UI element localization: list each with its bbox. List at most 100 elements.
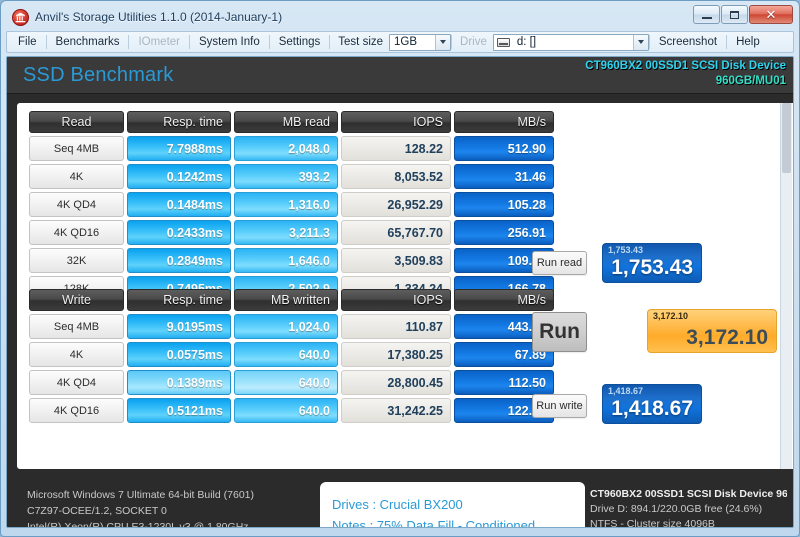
cell-iops: 128.22 xyxy=(341,136,451,161)
triangle-down xyxy=(637,40,644,44)
system-os: Microsoft Windows 7 Ultimate 64-bit Buil… xyxy=(27,489,255,501)
table-row: 4K 0.0575ms 640.0 17,380.25 67.89 xyxy=(29,342,554,367)
chevron-down-icon[interactable] xyxy=(632,34,648,50)
row-label: 4K QD4 xyxy=(29,370,124,395)
minimize-icon xyxy=(701,16,712,19)
close-button[interactable]: ✕ xyxy=(749,5,793,24)
menu-item-help[interactable]: Help xyxy=(727,32,769,52)
window-title: Anvil's Storage Utilities 1.1.0 (2014-Ja… xyxy=(35,10,283,24)
column-header-mbs: MB/s xyxy=(454,111,554,133)
cell-mb-read: 3,211.3 xyxy=(234,220,338,245)
cell-mbs: 256.91 xyxy=(454,220,554,245)
cell-mb-written: 640.0 xyxy=(234,398,338,423)
write-score-box: 1,418.67 1,418.67 xyxy=(602,384,702,424)
benchmark-header: SSD Benchmark CT960BX2 00SSD1 SCSI Disk … xyxy=(7,57,793,94)
cell-mbs: 105.28 xyxy=(454,192,554,217)
vertical-scrollbar[interactable] xyxy=(780,103,792,469)
notes-panel[interactable]: Drives : Crucial BX200 Notes : 75% Data … xyxy=(320,482,585,528)
drive-select[interactable]: d: [] xyxy=(492,33,649,51)
table-row: 32K 0.2849ms 1,646.0 3,509.83 109.68 xyxy=(29,248,554,273)
minimize-button[interactable] xyxy=(693,5,720,24)
cell-resp-time: 0.2433ms xyxy=(127,220,231,245)
column-header-iops: IOPS xyxy=(341,289,451,311)
menu-item-screenshot[interactable]: Screenshot xyxy=(650,32,726,52)
cell-resp-time: 0.5121ms xyxy=(127,398,231,423)
table-row: 4K QD16 0.5121ms 640.0 31,242.25 122.04 xyxy=(29,398,554,423)
cell-resp-time: 0.1389ms xyxy=(127,370,231,395)
cell-mbs: 112.50 xyxy=(454,370,554,395)
table-header-row: Read Resp. time MB read IOPS MB/s xyxy=(29,111,554,133)
cell-iops: 26,952.29 xyxy=(341,192,451,217)
cell-iops: 8,053.52 xyxy=(341,164,451,189)
cell-iops: 28,800.45 xyxy=(341,370,451,395)
drive-label: Drive xyxy=(460,36,487,48)
drive-value: d: [] xyxy=(516,36,537,48)
anvil-icon xyxy=(12,8,29,26)
menu-item-settings[interactable]: Settings xyxy=(270,32,330,52)
drive-icon xyxy=(496,37,510,47)
run-write-button[interactable]: Run write xyxy=(532,394,587,418)
device-name: CT960BX2 00SSD1 SCSI Disk Device xyxy=(585,60,786,72)
cell-iops: 17,380.25 xyxy=(341,342,451,367)
drive-info-panel: CT960BX2 00SSD1 SCSI Disk Device 960 Dri… xyxy=(590,487,787,528)
notes-notes-line: Notes : 75% Data Fill - Conditioned xyxy=(332,518,536,528)
chevron-down-icon[interactable] xyxy=(435,34,451,50)
read-score-value: 1,753.43 xyxy=(611,256,693,279)
run-read-button[interactable]: Run read xyxy=(532,251,587,275)
maximize-button[interactable] xyxy=(721,5,748,24)
menu-item-system-info[interactable]: System Info xyxy=(190,32,269,52)
test-size-label: Test size xyxy=(338,36,384,48)
cell-mbs: 31.46 xyxy=(454,164,554,189)
table-row: 4K QD4 0.1484ms 1,316.0 26,952.29 105.28 xyxy=(29,192,554,217)
cell-resp-time: 0.1484ms xyxy=(127,192,231,217)
notes-drives-line: Drives : Crucial BX200 xyxy=(332,497,463,512)
column-header-mbs: MB/s xyxy=(454,289,554,311)
menu-item-file[interactable]: File xyxy=(9,32,46,52)
row-label: 4K xyxy=(29,164,124,189)
cell-mb-written: 1,024.0 xyxy=(234,314,338,339)
menu-item-benchmarks[interactable]: Benchmarks xyxy=(47,32,129,52)
row-label: Seq 4MB xyxy=(29,314,124,339)
column-header-write: Write xyxy=(29,289,124,311)
cell-resp-time: 7.7988ms xyxy=(127,136,231,161)
maximize-icon xyxy=(730,10,739,19)
column-header-iops: IOPS xyxy=(341,111,451,133)
menu-item-iometer: IOmeter xyxy=(138,36,180,48)
drive-info-title: CT960BX2 00SSD1 SCSI Disk Device 960 xyxy=(590,488,787,500)
run-button[interactable]: Run xyxy=(532,312,587,352)
row-label: Seq 4MB xyxy=(29,136,124,161)
page-title: SSD Benchmark xyxy=(23,64,174,86)
drive-info-capacity: Drive D: 894.1/220.0GB free (24.6%) xyxy=(590,503,763,515)
table-row: Seq 4MB 7.7988ms 2,048.0 128.22 512.90 xyxy=(29,136,554,161)
footer-panel: Microsoft Windows 7 Ultimate 64-bit Buil… xyxy=(7,475,793,527)
triangle-down xyxy=(440,40,447,44)
cell-resp-time: 0.2849ms xyxy=(127,248,231,273)
table-row: Seq 4MB 9.0195ms 1,024.0 110.87 443.48 xyxy=(29,314,554,339)
row-label: 4K xyxy=(29,342,124,367)
cell-iops: 65,767.70 xyxy=(341,220,451,245)
application-window: Anvil's Storage Utilities 1.1.0 (2014-Ja… xyxy=(0,0,800,537)
window-controls: ✕ xyxy=(693,5,793,24)
column-header-mb-read: MB read xyxy=(234,111,338,133)
cell-mb-read: 393.2 xyxy=(234,164,338,189)
system-motherboard: C7Z97-OCEE/1.2, SOCKET 0 xyxy=(27,505,167,517)
column-header-resp-time: Resp. time xyxy=(127,289,231,311)
cell-iops: 110.87 xyxy=(341,314,451,339)
cell-mb-written: 640.0 xyxy=(234,342,338,367)
read-results-table: Read Resp. time MB read IOPS MB/s Seq 4M… xyxy=(29,111,554,304)
read-score-label: 1,753.43 xyxy=(608,245,644,255)
cell-mbs: 512.90 xyxy=(454,136,554,161)
test-size-select[interactable]: 1GB xyxy=(389,33,452,51)
scrollbar-thumb[interactable] xyxy=(782,103,791,173)
row-label: 32K xyxy=(29,248,124,273)
cell-resp-time: 0.0575ms xyxy=(127,342,231,367)
row-label: 4K QD16 xyxy=(29,220,124,245)
column-header-mb-written: MB written xyxy=(234,289,338,311)
write-score-label: 1,418.67 xyxy=(608,386,644,396)
row-label: 4K QD16 xyxy=(29,398,124,423)
row-label: 4K QD4 xyxy=(29,192,124,217)
column-header-read: Read xyxy=(29,111,124,133)
drive-info-filesystem: NTFS - Cluster size 4096B xyxy=(590,518,715,528)
title-bar: Anvil's Storage Utilities 1.1.0 (2014-Ja… xyxy=(6,5,794,29)
cell-resp-time: 9.0195ms xyxy=(127,314,231,339)
